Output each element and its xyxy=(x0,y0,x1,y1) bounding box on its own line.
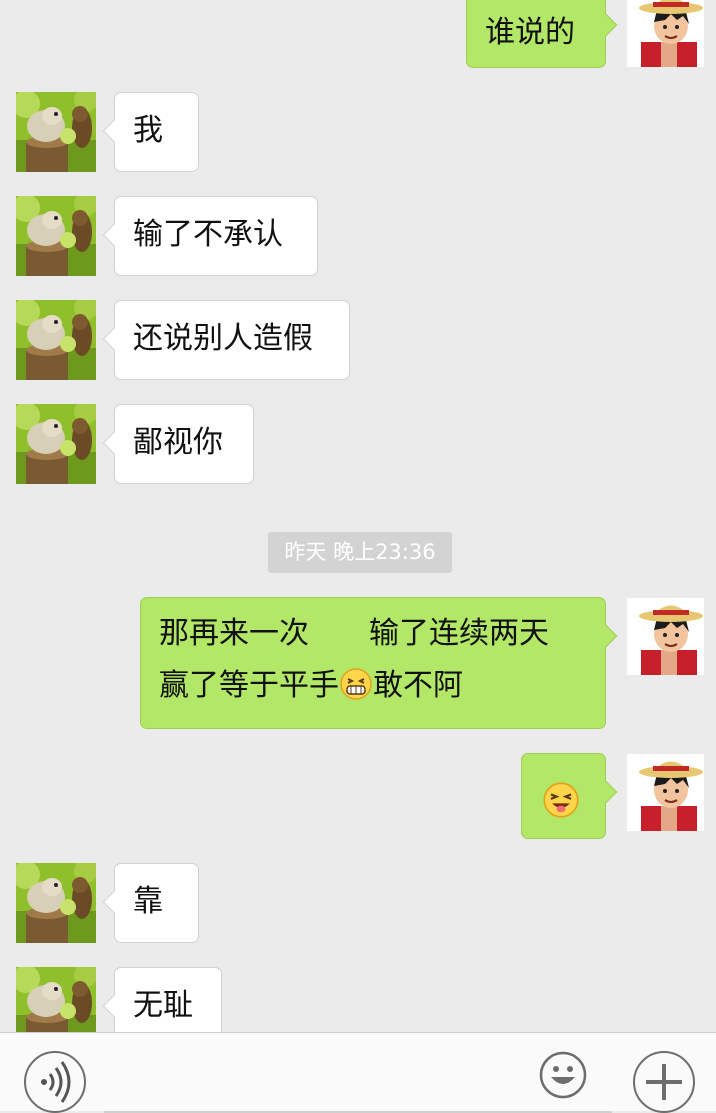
message-text: 无耻 xyxy=(133,988,193,1023)
received-message[interactable]: 还说别人造假 xyxy=(114,300,350,380)
hamster-avatar-icon xyxy=(16,196,96,276)
sent-message[interactable]: 谁说的 xyxy=(466,0,606,68)
received-message[interactable]: 靠 xyxy=(114,863,199,943)
sent-message[interactable] xyxy=(521,753,606,839)
plus-icon xyxy=(646,1064,682,1100)
message-text: 敢不阿 xyxy=(373,668,463,703)
self-avatar[interactable] xyxy=(627,598,704,675)
self-avatar[interactable] xyxy=(627,754,704,831)
received-message[interactable]: 我 xyxy=(114,92,199,172)
straw-hat-avatar-icon xyxy=(627,0,704,67)
wink-tongue-emoji-icon xyxy=(543,782,579,818)
self-avatar[interactable] xyxy=(627,0,704,67)
message-line-2: 赢了等于平手 敢不阿 xyxy=(159,660,587,712)
hamster-avatar-icon xyxy=(16,404,96,484)
received-message[interactable]: 无耻 xyxy=(114,967,222,1032)
message-line-1: 那再来一次 输了连续两天 xyxy=(159,616,549,651)
message-text: 我 xyxy=(133,113,163,148)
message-text: 靠 xyxy=(133,884,163,919)
received-message[interactable]: 鄙视你 xyxy=(114,404,254,484)
message-text: 赢了等于平手 xyxy=(159,668,339,703)
hamster-avatar-icon xyxy=(16,92,96,172)
message-text: 还说别人造假 xyxy=(133,321,313,356)
input-bar xyxy=(0,1032,716,1113)
straw-hat-avatar-icon xyxy=(627,754,704,831)
contact-avatar[interactable] xyxy=(16,300,96,380)
contact-avatar[interactable] xyxy=(16,863,96,943)
hamster-avatar-icon xyxy=(16,967,96,1032)
hamster-avatar-icon xyxy=(16,863,96,943)
hamster-avatar-icon xyxy=(16,300,96,380)
smiley-icon xyxy=(539,1051,587,1099)
emoji-button[interactable] xyxy=(539,1051,587,1099)
chat-area[interactable]: 谁说的 我 输了不承认 还说别人造假 鄙视你 昨天 晚上23:36 那再来一次 … xyxy=(0,0,716,1032)
contact-avatar[interactable] xyxy=(16,967,96,1032)
straw-hat-avatar-icon xyxy=(627,598,704,675)
message-text: 谁说的 xyxy=(485,15,575,50)
contact-avatar[interactable] xyxy=(16,196,96,276)
plus-button[interactable] xyxy=(633,1051,695,1113)
message-text: 输了不承认 xyxy=(133,217,283,252)
voice-button[interactable] xyxy=(24,1051,86,1113)
grin-emoji-icon xyxy=(340,668,372,700)
contact-avatar[interactable] xyxy=(16,404,96,484)
message-text: 鄙视你 xyxy=(133,425,223,460)
voice-icon xyxy=(41,1061,71,1103)
received-message[interactable]: 输了不承认 xyxy=(114,196,318,276)
timestamp-label: 昨天 晚上23:36 xyxy=(268,532,452,573)
message-input[interactable] xyxy=(104,1043,612,1113)
contact-avatar[interactable] xyxy=(16,92,96,172)
sent-message[interactable]: 那再来一次 输了连续两天 赢了等于平手 敢不阿 xyxy=(140,597,606,729)
